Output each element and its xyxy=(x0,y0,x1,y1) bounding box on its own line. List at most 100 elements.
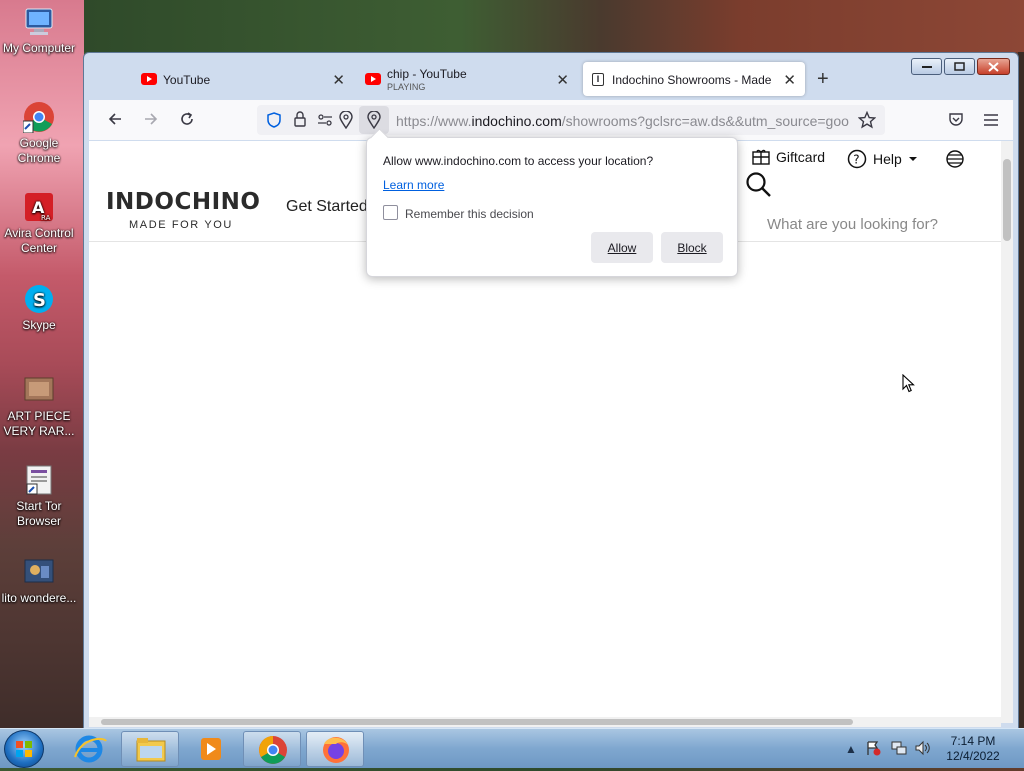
avira-icon: A RA xyxy=(23,191,55,223)
chevron-down-icon xyxy=(908,157,917,161)
skype-icon: S xyxy=(23,283,55,315)
scrollbar-thumb[interactable] xyxy=(1003,159,1011,241)
mouse-cursor-icon xyxy=(902,373,916,397)
volume-icon[interactable] xyxy=(914,740,932,759)
url-bar[interactable]: https://www.indochino.com/showrooms?gcls… xyxy=(257,105,885,135)
new-tab-button[interactable]: + xyxy=(817,68,829,91)
url-path: /showrooms?gclsrc=aw.ds&&utm_source=goo xyxy=(561,113,849,129)
learn-more-link[interactable]: Learn more xyxy=(383,178,444,192)
back-button[interactable] xyxy=(107,111,123,130)
location-permission-icon[interactable] xyxy=(339,110,353,132)
permissions-icon[interactable] xyxy=(317,113,333,130)
taskbar-media-player[interactable] xyxy=(182,731,240,767)
desktop-icon-skype[interactable]: S Skype xyxy=(0,283,78,333)
tab-indochino[interactable]: I Indochino Showrooms - Made f ✕ xyxy=(583,62,805,96)
block-button[interactable]: Block xyxy=(661,232,723,263)
scrollbar-thumb[interactable] xyxy=(101,719,853,725)
start-button[interactable] xyxy=(4,730,44,768)
desktop-icon-google-chrome[interactable]: Google Chrome xyxy=(0,101,78,166)
indochino-logo[interactable]: INDOCHINO xyxy=(106,189,260,215)
pocket-icon[interactable] xyxy=(948,112,964,130)
desktop-icon-my-computer[interactable]: My Computer xyxy=(0,6,78,56)
search-icon[interactable] xyxy=(745,171,773,202)
url-prefix: https://www. xyxy=(396,113,472,129)
url-domain: indochino.com xyxy=(471,113,562,129)
show-hidden-icons-arrow[interactable]: ▲ xyxy=(845,742,857,756)
desktop-icon-avira[interactable]: A RA Avira Control Center xyxy=(0,191,78,256)
tab-title: Indochino Showrooms - Made f xyxy=(612,73,774,87)
close-tab-icon[interactable]: ✕ xyxy=(783,71,796,89)
taskbar-internet-explorer[interactable] xyxy=(60,731,118,767)
close-tab-icon[interactable]: ✕ xyxy=(556,71,569,89)
desktop-icon-tor-browser[interactable]: Start Tor Browser xyxy=(0,464,78,529)
clock-time: 7:14 PM xyxy=(950,734,996,748)
logo-tagline: MADE FOR YOU xyxy=(129,219,233,231)
indochino-favicon-icon: I xyxy=(592,73,604,86)
firefox-icon xyxy=(323,737,349,763)
chrome-icon xyxy=(259,736,287,764)
help-circle-icon: ? xyxy=(847,149,867,169)
forward-button[interactable] xyxy=(143,111,159,130)
giftcard-link[interactable]: Giftcard xyxy=(752,149,825,165)
taskbar-file-explorer[interactable] xyxy=(121,731,179,767)
reload-button[interactable] xyxy=(179,111,195,130)
nav-get-started[interactable]: Get Started xyxy=(286,198,368,216)
desktop-icon-label: My Computer xyxy=(2,41,76,55)
remember-decision-checkbox[interactable] xyxy=(383,205,398,220)
desktop-icon-label: Google Chrome xyxy=(17,136,61,165)
chrome-icon xyxy=(22,101,55,134)
search-input[interactable]: What are you looking for? xyxy=(767,216,938,233)
desktop-icon-label: lito wondere... xyxy=(1,591,77,605)
clock-date: 12/4/2022 xyxy=(946,749,1000,763)
internet-explorer-icon xyxy=(74,735,107,763)
image-file-icon xyxy=(23,374,55,406)
block-button-label: Block xyxy=(677,240,707,255)
help-menu[interactable]: ? Help xyxy=(847,149,918,169)
help-label: Help xyxy=(873,151,902,167)
menu-hamburger-icon[interactable] xyxy=(983,113,999,130)
folder-icon xyxy=(136,738,166,762)
url-text[interactable]: https://www.indochino.com/showrooms?gcls… xyxy=(396,113,851,129)
desktop-icon-label: Start Tor Browser xyxy=(16,499,62,528)
permission-question: Allow www.indochino.com to access your l… xyxy=(383,154,654,168)
tor-shortcut-icon xyxy=(23,464,55,496)
tab-playing-label: PLAYING xyxy=(387,82,426,92)
desktop-icon-label: Avira Control Center xyxy=(4,226,74,255)
desktop-icon-label: ART PIECE VERY RAR... xyxy=(3,409,75,438)
location-permission-popup: Allow www.indochino.com to access your l… xyxy=(366,137,738,277)
allow-button-label: Allow xyxy=(607,240,637,255)
bookmark-star-icon[interactable] xyxy=(857,110,877,132)
media-player-icon xyxy=(201,738,221,760)
taskbar-google-chrome[interactable] xyxy=(243,731,301,767)
taskbar-firefox[interactable] xyxy=(306,731,364,767)
svg-text:S: S xyxy=(33,290,46,311)
computer-icon xyxy=(23,6,55,38)
svg-text:?: ? xyxy=(853,153,859,167)
desktop-icon-label: Skype xyxy=(22,318,56,332)
horizontal-scrollbar[interactable] xyxy=(89,717,1001,727)
desktop-icon-art-piece[interactable]: ART PIECE VERY RAR... xyxy=(0,374,78,439)
network-icon[interactable] xyxy=(890,740,908,759)
svg-text:RA: RA xyxy=(41,214,51,222)
tracking-protection-shield-icon[interactable] xyxy=(266,112,282,131)
system-clock[interactable]: 7:14 PM 12/4/2022 xyxy=(942,734,1004,764)
allow-button[interactable]: Allow xyxy=(591,232,653,263)
navigation-toolbar: https://www.indochino.com/showrooms?gcls… xyxy=(89,100,1013,140)
remember-decision-label[interactable]: Remember this decision xyxy=(405,207,534,221)
image-file-icon xyxy=(23,556,55,588)
desktop-background-top xyxy=(84,0,1024,52)
lock-icon[interactable] xyxy=(293,111,307,131)
giftcard-label: Giftcard xyxy=(776,149,826,165)
vertical-scrollbar[interactable] xyxy=(1001,141,1013,723)
desktop-icon-lito[interactable]: lito wondere... xyxy=(0,556,78,606)
action-center-flag-icon[interactable] xyxy=(865,740,881,759)
language-globe-icon[interactable] xyxy=(946,150,964,171)
gift-icon xyxy=(752,149,770,165)
tab-chip-youtube[interactable]: chip - YouTube PLAYING ✕ xyxy=(313,62,581,96)
tab-strip: YouTube ✕ chip - YouTube PLAYING ✕ I Ind… xyxy=(89,62,1013,98)
youtube-icon xyxy=(365,73,381,85)
taskbar: ▲ 7:14 PM 12/4/2022 xyxy=(0,728,1024,768)
tab-title: chip - YouTube xyxy=(387,67,467,81)
location-request-icon[interactable] xyxy=(359,106,389,134)
youtube-icon xyxy=(141,73,157,85)
